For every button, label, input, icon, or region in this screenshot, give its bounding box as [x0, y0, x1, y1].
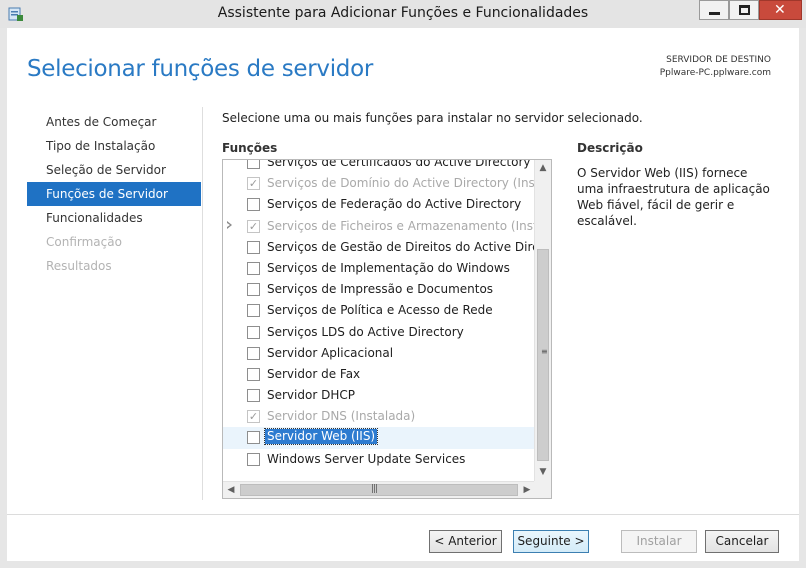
role-row[interactable]: Windows Server Update Services [223, 449, 535, 470]
description-heading: Descrição [577, 141, 643, 155]
minimize-icon [709, 12, 720, 15]
nav-divider [202, 107, 203, 500]
scroll-grip-icon: ||| [371, 484, 378, 494]
close-icon: ✕ [774, 2, 786, 18]
role-label: Serviços de Gestão de Direitos do Active… [267, 239, 552, 254]
role-row[interactable]: Servidor DHCP [223, 385, 535, 406]
role-row[interactable]: Servidor Aplicacional [223, 343, 535, 364]
role-row[interactable]: Servidor Web (IIS) [223, 427, 535, 449]
role-checkbox[interactable] [247, 389, 260, 403]
role-checkbox: ✓ [247, 219, 260, 233]
role-row[interactable]: Serviços de Implementação do Windows [223, 258, 535, 279]
role-checkbox[interactable] [247, 304, 260, 318]
nav-item-server-roles[interactable]: Funções de Servidor [27, 182, 201, 206]
role-label: Windows Server Update Services [267, 451, 466, 466]
role-checkbox: ✓ [247, 177, 260, 191]
role-row[interactable]: Serviços de Certificados do Active Direc… [223, 159, 535, 173]
role-row[interactable]: Serviços de Gestão de Direitos do Active… [223, 237, 551, 258]
role-row: ✓ Servidor DNS (Instalada) [223, 406, 535, 427]
roles-list: Serviços de Certificados do Active Direc… [223, 159, 551, 470]
previous-button[interactable]: < Anterior [429, 530, 502, 553]
maximize-icon [739, 5, 750, 15]
role-row[interactable]: Serviços de Federação do Active Director… [223, 194, 535, 215]
role-label: Serviços de Federação do Active Director… [267, 197, 522, 212]
roles-listbox[interactable]: Serviços de Certificados do Active Direc… [222, 159, 552, 499]
role-checkbox[interactable] [247, 261, 260, 275]
role-checkbox[interactable] [247, 346, 260, 360]
role-label: Servidor DHCP [267, 388, 355, 403]
scroll-grip-icon: ≡ [541, 347, 548, 356]
wizard-steps-nav: Antes de Começar Tipo de Instalação Sele… [27, 110, 201, 278]
nav-item-before-you-begin[interactable]: Antes de Começar [27, 110, 201, 134]
nav-item-installation-type[interactable]: Tipo de Instalação [27, 134, 201, 158]
window-title: Assistente para Adicionar Funções e Func… [217, 5, 589, 21]
title-bar[interactable]: Assistente para Adicionar Funções e Func… [0, 0, 806, 28]
scroll-right-icon[interactable]: ▶ [519, 482, 535, 498]
nav-item-confirmation: Confirmação [46, 235, 122, 249]
role-label: Serviços de Implementação do Windows [267, 260, 510, 275]
scroll-left-icon[interactable]: ◀ [223, 482, 239, 498]
role-label: Servidor de Fax [267, 366, 361, 381]
role-label: Serviços de Ficheiros e Armazenamento (I… [267, 218, 552, 233]
role-label: Serviços de Política e Acesso de Rede [267, 303, 493, 318]
maximize-button[interactable] [729, 0, 759, 20]
role-label: Serviços de Certificados do Active Direc… [267, 159, 531, 169]
scrollbar-corner [534, 481, 551, 498]
expand-arrow-icon[interactable] [227, 220, 232, 229]
role-checkbox[interactable] [247, 367, 260, 381]
horizontal-scroll-thumb[interactable]: ||| [240, 484, 518, 496]
role-checkbox[interactable] [247, 431, 260, 445]
instruction-text: Selecione uma ou mais funções para insta… [222, 111, 643, 125]
close-button[interactable]: ✕ [759, 0, 802, 20]
nav-item-results: Resultados [46, 259, 112, 273]
nav-item-features[interactable]: Funcionalidades [27, 206, 201, 230]
role-label: Serviços LDS do Active Directory [267, 324, 464, 339]
role-label: Servidor Aplicacional [267, 345, 394, 360]
cancel-button[interactable]: Cancelar [705, 530, 779, 553]
destination-server-label: SERVIDOR DE DESTINO [666, 55, 771, 65]
wizard-window: Assistente para Adicionar Funções e Func… [0, 0, 806, 568]
footer-divider [7, 514, 799, 515]
role-checkbox[interactable] [247, 240, 260, 254]
scroll-down-icon[interactable]: ▼ [535, 464, 551, 481]
role-description: O Servidor Web (IIS) fornece uma infraes… [577, 166, 770, 228]
scroll-up-icon[interactable]: ▲ [535, 160, 551, 177]
vertical-scroll-thumb[interactable]: ≡ [537, 249, 549, 461]
install-button: Instalar [621, 530, 697, 553]
horizontal-scrollbar[interactable]: ◀ ||| ▶ [223, 481, 535, 498]
role-label: Serviços de Impressão e Documentos [267, 282, 494, 297]
destination-server-value: Pplware-PC.pplware.com [659, 68, 771, 78]
wizard-client-area: Selecionar funções de servidor SERVIDOR … [7, 28, 799, 561]
vertical-scrollbar[interactable]: ▲ ≡ ▼ [534, 160, 551, 481]
minimize-button[interactable] [699, 0, 729, 20]
role-checkbox[interactable] [247, 198, 260, 212]
roles-heading: Funções [222, 141, 278, 155]
role-row[interactable]: Serviços LDS do Active Directory [223, 322, 535, 343]
role-checkbox[interactable] [247, 283, 260, 297]
role-checkbox: ✓ [247, 410, 260, 424]
nav-item-server-selection[interactable]: Seleção de Servidor [27, 158, 201, 182]
role-row[interactable]: Servidor de Fax [223, 364, 535, 385]
role-label: Servidor DNS (Instalada) [267, 409, 416, 424]
role-checkbox[interactable] [247, 452, 260, 466]
role-row: ✓ Serviços de Ficheiros e Armazenamento (… [223, 216, 551, 237]
role-label: Servidor Web (IIS) [263, 428, 379, 446]
role-row[interactable]: Serviços de Impressão e Documentos [223, 279, 535, 300]
role-label: Serviços de Domínio do Active Directory … [267, 176, 552, 191]
role-row[interactable]: Serviços de Política e Acesso de Rede [223, 300, 535, 321]
role-row: ✓ Serviços de Domínio do Active Directory… [223, 173, 551, 194]
next-button[interactable]: Seguinte > [513, 530, 589, 553]
role-checkbox[interactable] [247, 160, 260, 169]
role-checkbox[interactable] [247, 325, 260, 339]
page-title: Selecionar funções de servidor [27, 56, 374, 82]
